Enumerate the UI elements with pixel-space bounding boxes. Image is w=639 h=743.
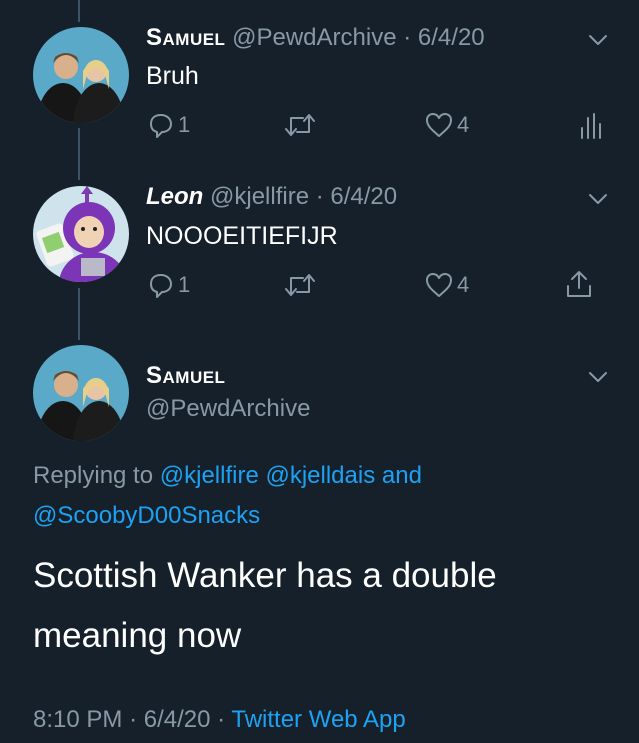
source-link[interactable]: Twitter Web App bbox=[231, 706, 405, 733]
reply-icon bbox=[150, 274, 172, 298]
author-handle[interactable]: @PewdArchive bbox=[146, 395, 310, 423]
analytics-icon[interactable] bbox=[578, 110, 604, 140]
separator: · bbox=[129, 706, 138, 733]
tweet-meta: 8:10 PM · 6/4/20 · Twitter Web App bbox=[33, 706, 406, 734]
author-name[interactable]: Samuel bbox=[146, 24, 225, 51]
tweet-date[interactable]: 6/4/20 bbox=[144, 706, 211, 733]
mention-link[interactable]: @kjelldais bbox=[265, 462, 375, 489]
chevron-down-icon[interactable] bbox=[587, 188, 609, 210]
retweet-icon bbox=[285, 274, 315, 296]
retweet-icon bbox=[285, 114, 315, 136]
chevron-down-icon[interactable] bbox=[587, 29, 609, 51]
avatar[interactable] bbox=[33, 27, 129, 123]
thread-line-mid bbox=[78, 128, 80, 180]
tweet-date[interactable]: 6/4/20 bbox=[330, 183, 397, 210]
heart-icon bbox=[426, 273, 452, 297]
replying-and[interactable]: and bbox=[382, 462, 422, 489]
separator: · bbox=[315, 183, 324, 210]
avatar[interactable] bbox=[33, 186, 129, 282]
avatar[interactable] bbox=[33, 345, 129, 441]
tweet-time[interactable]: 8:10 PM bbox=[33, 706, 122, 733]
separator: · bbox=[217, 706, 226, 733]
author-handle[interactable]: @PewdArchive bbox=[232, 24, 396, 51]
thread-line-bottom bbox=[78, 288, 80, 340]
author-name[interactable]: Leon bbox=[146, 183, 203, 210]
reply-button[interactable]: 1 bbox=[146, 110, 190, 140]
mention-link[interactable]: @ScoobyD00Snacks bbox=[33, 502, 260, 529]
retweet-button[interactable] bbox=[283, 110, 317, 140]
reply-button[interactable]: 1 bbox=[146, 270, 190, 300]
reply-count: 1 bbox=[178, 272, 191, 297]
tweet-text-line: meaning now bbox=[33, 616, 242, 655]
chevron-down-icon[interactable] bbox=[587, 366, 609, 388]
heart-icon bbox=[426, 113, 452, 137]
replying-prefix: Replying to bbox=[33, 462, 154, 489]
retweet-button[interactable] bbox=[283, 270, 317, 300]
replying-to: Replying to @kjellfire @kjelldais and @S… bbox=[33, 456, 593, 536]
share-icon[interactable] bbox=[563, 268, 595, 300]
tweet-text: Scottish Wanker has a double meaning now bbox=[33, 546, 497, 666]
author-name[interactable]: Samuel bbox=[146, 362, 225, 390]
reply-count: 1 bbox=[178, 112, 191, 137]
author-handle[interactable]: @kjellfire bbox=[210, 183, 309, 210]
tweet-text: Bruh bbox=[146, 62, 199, 90]
tweet-text-line: Scottish Wanker has a double bbox=[33, 556, 497, 595]
tweet-date[interactable]: 6/4/20 bbox=[418, 24, 485, 51]
tweet-text: NOOOEITIEFIJR bbox=[146, 222, 338, 250]
thread-line-top bbox=[78, 0, 80, 22]
like-count: 4 bbox=[457, 272, 470, 297]
tweet-header: Samuel @PewdArchive · 6/4/20 bbox=[146, 24, 485, 52]
reply-icon bbox=[150, 114, 172, 138]
like-button[interactable]: 4 bbox=[424, 110, 469, 140]
tweet-header: Leon @kjellfire · 6/4/20 bbox=[146, 183, 397, 211]
like-count: 4 bbox=[457, 112, 470, 137]
mention-link[interactable]: @kjellfire bbox=[160, 462, 259, 489]
separator: · bbox=[403, 24, 412, 51]
like-button[interactable]: 4 bbox=[424, 270, 469, 300]
